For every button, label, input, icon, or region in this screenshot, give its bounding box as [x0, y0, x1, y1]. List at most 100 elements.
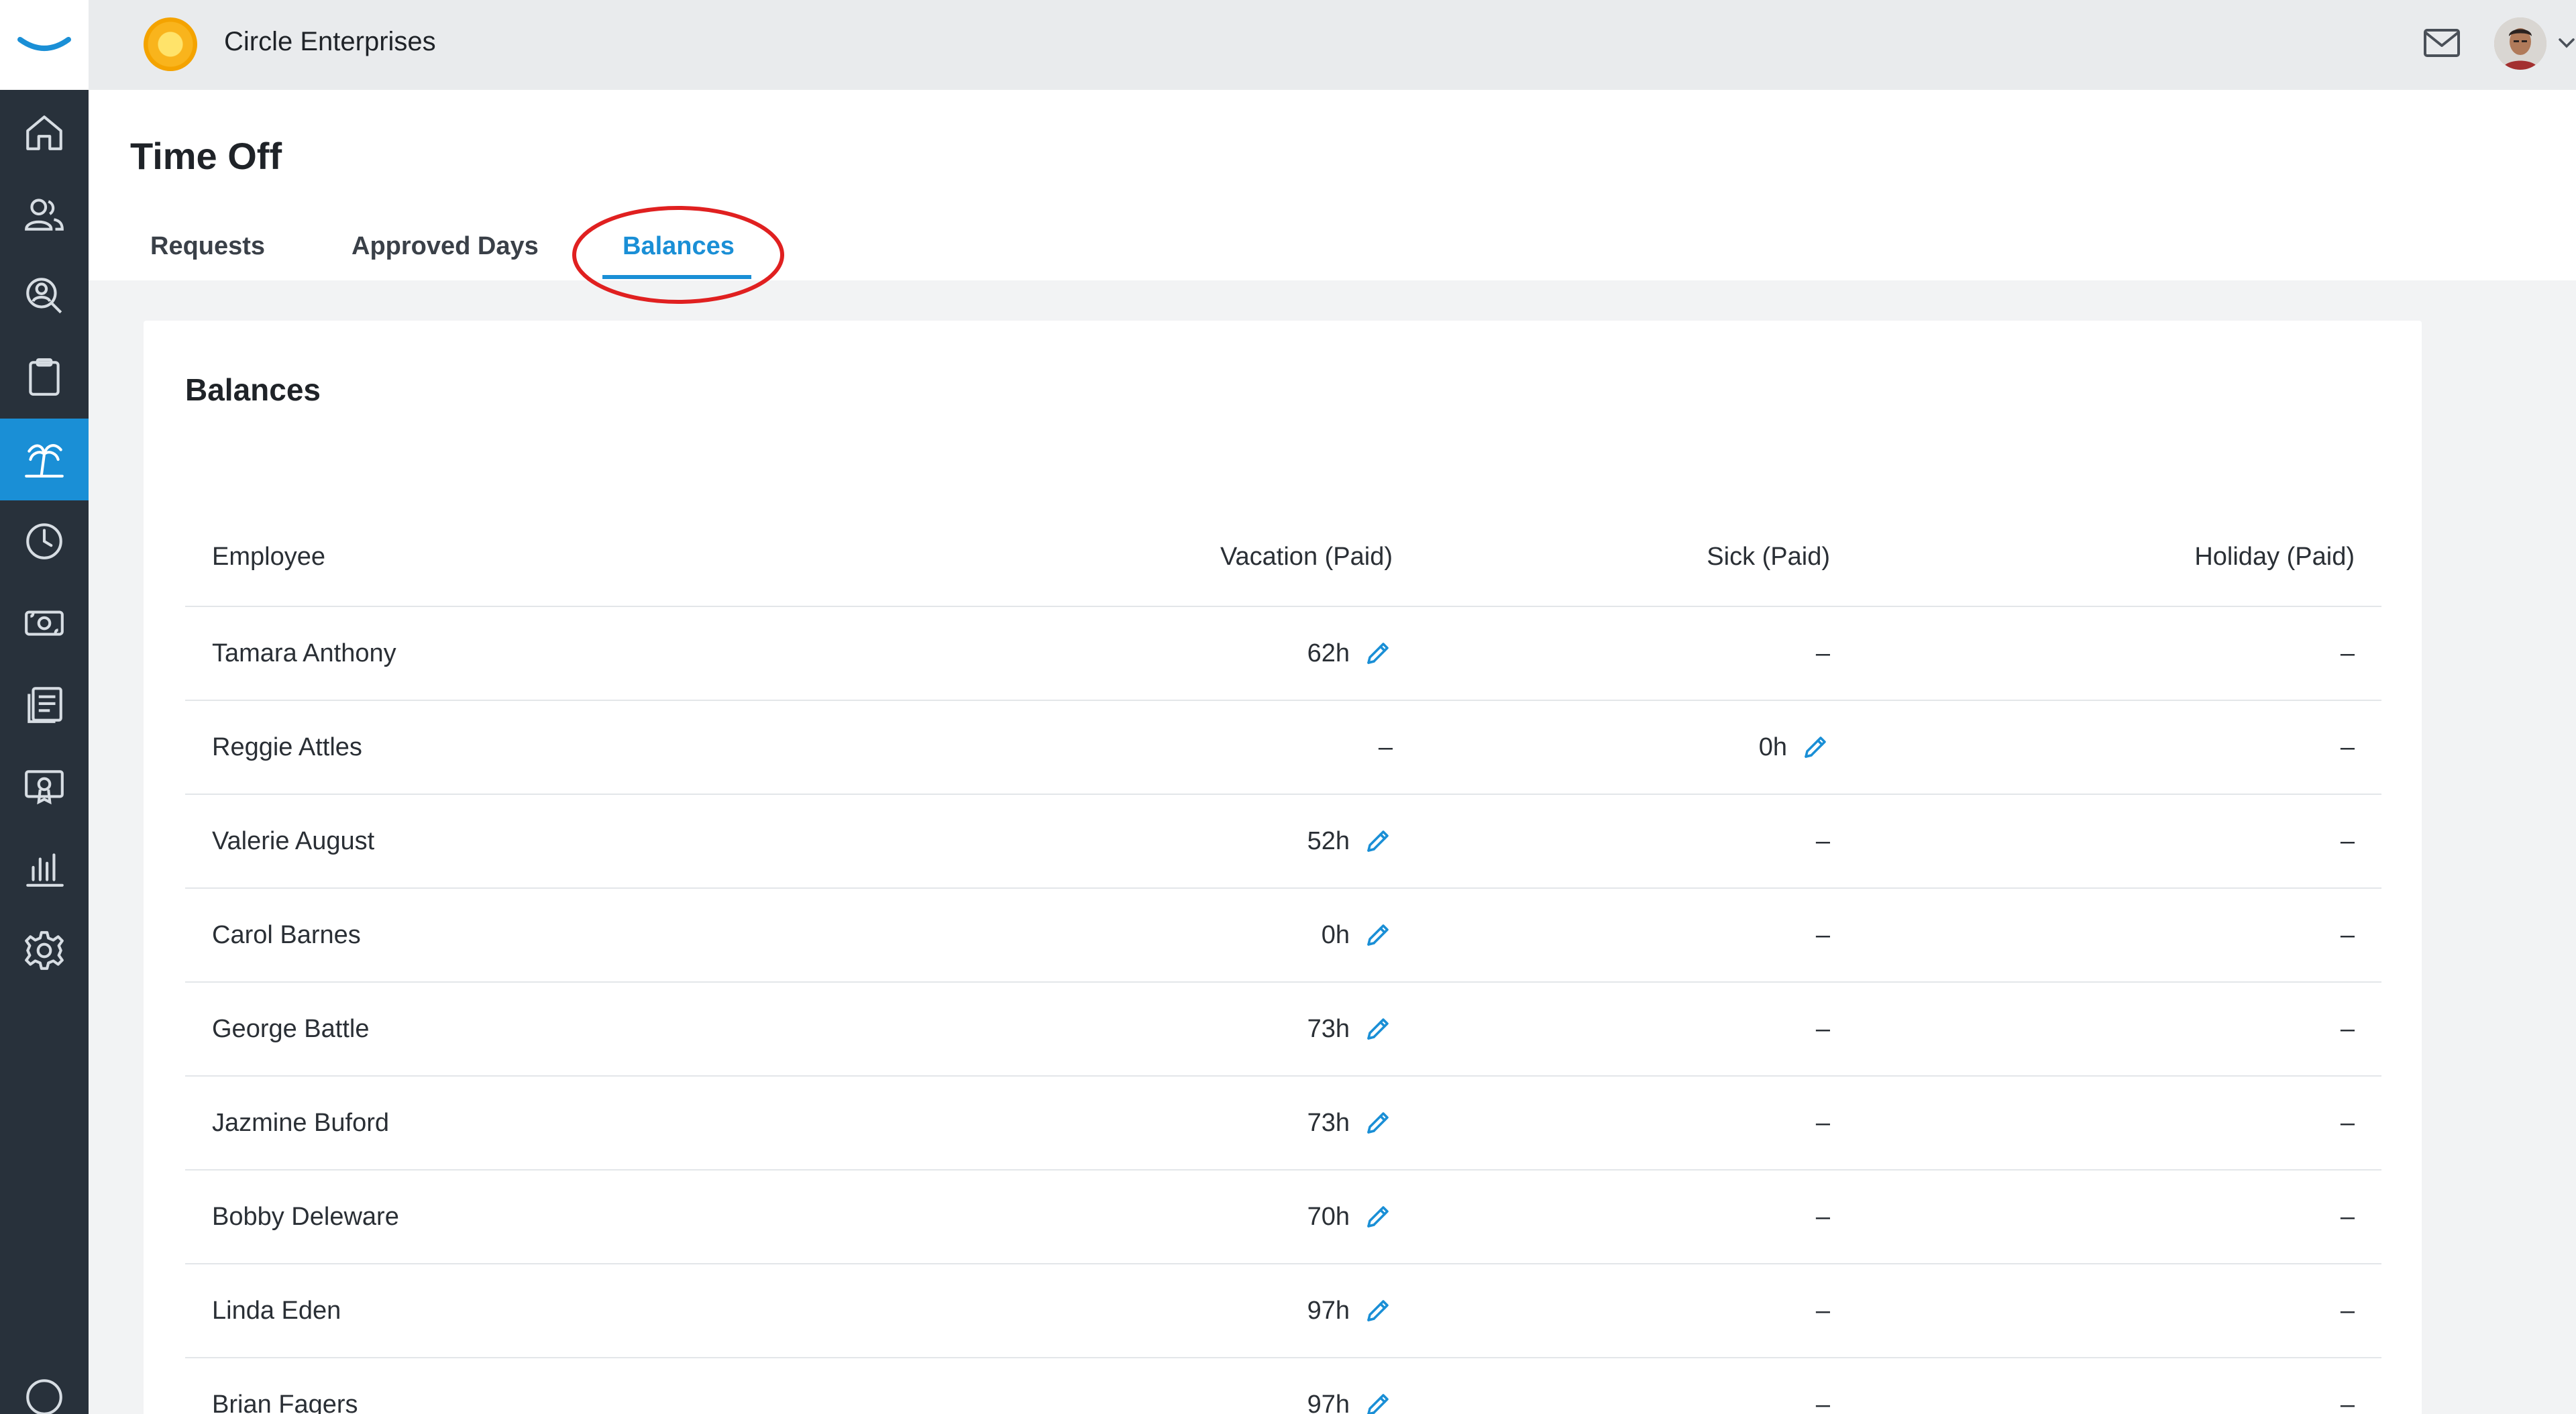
sidebar-item-training[interactable]: [0, 746, 89, 828]
edit-pencil-icon[interactable]: [1363, 920, 1393, 950]
sick-value: –: [1815, 1202, 1830, 1231]
edit-pencil-icon[interactable]: [1363, 639, 1393, 668]
sick-cell: –: [1393, 1170, 1830, 1264]
table-header-row: Employee Vacation (Paid) Sick (Paid) Hol…: [185, 508, 2381, 607]
sidebar-item-settings[interactable]: [0, 910, 89, 991]
vacation-cell: 62h: [856, 606, 1393, 701]
holiday-cell: –: [1830, 1358, 2381, 1414]
vacation-value: 70h: [1307, 1202, 1350, 1231]
vacation-value: 62h: [1307, 639, 1350, 667]
sick-value: –: [1815, 920, 1830, 949]
sidebar-item-reports-docs[interactable]: [0, 664, 89, 746]
holiday-value: –: [2340, 1296, 2355, 1325]
sick-value: –: [1815, 1014, 1830, 1043]
employee-name[interactable]: Jazmine Buford: [185, 1076, 856, 1171]
avatar[interactable]: [2494, 17, 2546, 70]
sick-value: –: [1815, 1108, 1830, 1137]
employee-name[interactable]: Brian Fagers: [185, 1358, 856, 1414]
company-logo-icon: [144, 17, 197, 71]
balances-card: Balances Employee Vacation (Paid) Sick (…: [144, 321, 2422, 1414]
holiday-value: –: [2340, 1108, 2355, 1137]
holiday-cell: –: [1830, 1076, 2381, 1171]
holiday-value: –: [2340, 732, 2355, 761]
money-icon: [25, 610, 64, 636]
sick-cell: –: [1393, 1264, 1830, 1358]
edit-pencil-icon[interactable]: [1801, 732, 1830, 762]
mail-icon[interactable]: [2423, 27, 2461, 59]
tab-approved-days[interactable]: Approved Days: [352, 232, 539, 261]
app-logo[interactable]: [0, 0, 89, 90]
edit-pencil-icon[interactable]: [1363, 1202, 1393, 1232]
annotation-circle: [572, 206, 784, 304]
edit-pencil-icon[interactable]: [1363, 1390, 1393, 1414]
certificate-icon: [25, 770, 64, 805]
sick-cell: –: [1393, 1076, 1830, 1171]
column-header-vacation[interactable]: Vacation (Paid): [856, 508, 1393, 607]
holiday-value: –: [2340, 1014, 2355, 1043]
sidebar-item-people[interactable]: [0, 173, 89, 255]
holiday-cell: –: [1830, 1170, 2381, 1264]
table-row[interactable]: Carol Barnes 0h – –: [185, 888, 2381, 983]
column-header-holiday[interactable]: Holiday (Paid): [1830, 508, 2381, 607]
sidebar: [0, 0, 89, 1414]
vacation-cell: 73h: [856, 982, 1393, 1077]
sidebar-item-time-tracking[interactable]: [0, 500, 89, 582]
edit-pencil-icon[interactable]: [1363, 826, 1393, 856]
employee-name[interactable]: Reggie Attles: [185, 700, 856, 795]
sidebar-item-home[interactable]: [0, 91, 89, 173]
holiday-value: –: [2340, 920, 2355, 949]
sidebar-item-analytics[interactable]: [0, 828, 89, 910]
table-row[interactable]: Reggie Attles – 0h –: [185, 700, 2381, 795]
table-row[interactable]: Linda Eden 97h – –: [185, 1264, 2381, 1358]
smile-logo-icon: [17, 37, 71, 51]
edit-pencil-icon[interactable]: [1363, 1108, 1393, 1138]
employee-name[interactable]: Linda Eden: [185, 1264, 856, 1358]
vacation-value: 97h: [1307, 1390, 1350, 1414]
employee-name[interactable]: George Battle: [185, 982, 856, 1077]
sick-cell: –: [1393, 1358, 1830, 1414]
column-header-employee[interactable]: Employee: [185, 508, 856, 607]
vacation-value: 73h: [1307, 1108, 1350, 1137]
holiday-cell: –: [1830, 1264, 2381, 1358]
holiday-value: –: [2340, 1202, 2355, 1231]
employee-name[interactable]: Valerie August: [185, 794, 856, 889]
sick-cell: –: [1393, 888, 1830, 983]
table-row[interactable]: Bobby Deleware 70h – –: [185, 1170, 2381, 1264]
sidebar-item-tasks[interactable]: [0, 337, 89, 419]
holiday-value: –: [2340, 826, 2355, 855]
sidebar-item-recruiting[interactable]: [0, 255, 89, 337]
employee-name[interactable]: Carol Barnes: [185, 888, 856, 983]
sick-value: –: [1815, 826, 1830, 855]
palm-tree-icon: [25, 444, 64, 478]
bar-chart-icon: [26, 853, 64, 887]
holiday-cell: –: [1830, 606, 2381, 701]
sick-value: –: [1815, 1296, 1830, 1325]
edit-pencil-icon[interactable]: [1363, 1014, 1393, 1044]
clipboard-icon: [29, 358, 60, 396]
edit-pencil-icon[interactable]: [1363, 1296, 1393, 1325]
chevron-down-icon[interactable]: [2557, 36, 2576, 50]
table-body: Tamara Anthony 62h – – Reggie Attles –0h – Vale…: [185, 606, 2381, 1414]
holiday-value: –: [2340, 639, 2355, 667]
table-row[interactable]: Brian Fagers 97h – –: [185, 1358, 2381, 1414]
vacation-cell: –: [856, 700, 1393, 795]
vacation-cell: 52h: [856, 794, 1393, 889]
user-search-icon: [26, 278, 62, 314]
user-avatar-icon: [2494, 17, 2546, 70]
vacation-value: 97h: [1307, 1296, 1350, 1325]
table-row[interactable]: George Battle 73h – –: [185, 982, 2381, 1077]
holiday-cell: –: [1830, 888, 2381, 983]
table-row[interactable]: Tamara Anthony 62h – –: [185, 606, 2381, 701]
column-header-sick[interactable]: Sick (Paid): [1393, 508, 1830, 607]
employee-name[interactable]: Bobby Deleware: [185, 1170, 856, 1264]
company-name[interactable]: Circle Enterprises: [224, 27, 436, 57]
employee-name[interactable]: Tamara Anthony: [185, 606, 856, 701]
tab-requests[interactable]: Requests: [150, 232, 265, 261]
sidebar-item-help[interactable]: [0, 1375, 89, 1414]
help-icon: [26, 1379, 62, 1414]
table-row[interactable]: Jazmine Buford 73h – –: [185, 1076, 2381, 1171]
holiday-cell: –: [1830, 700, 2381, 795]
table-row[interactable]: Valerie August 52h – –: [185, 794, 2381, 889]
sidebar-item-payroll[interactable]: [0, 582, 89, 664]
sidebar-item-time-off[interactable]: [0, 419, 89, 500]
